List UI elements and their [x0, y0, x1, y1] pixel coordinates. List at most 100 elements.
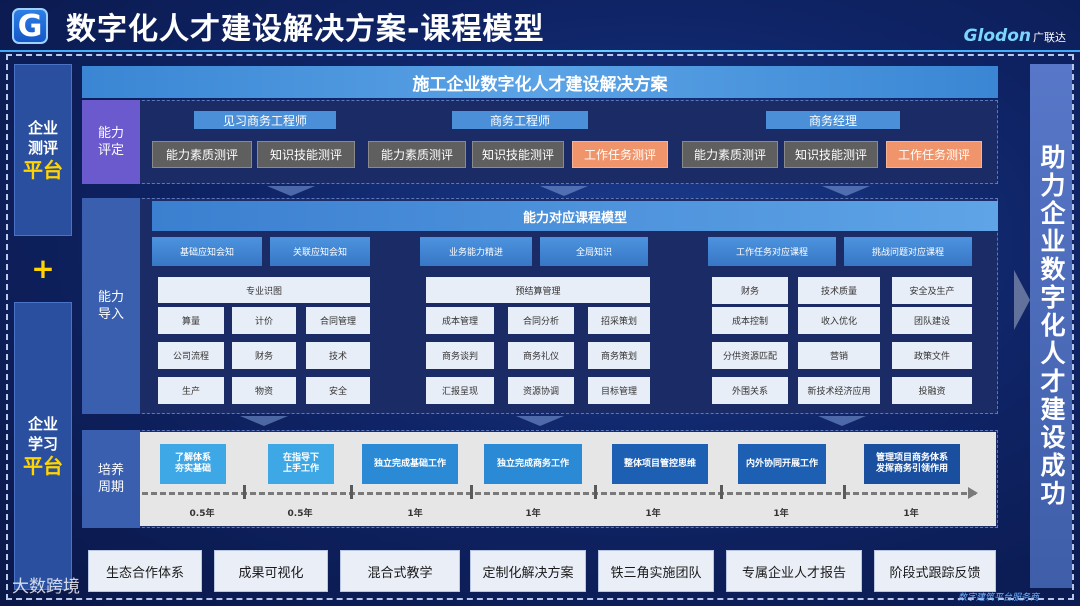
assessment-side-label: 能力 评定 [82, 100, 140, 184]
duration-label: 1年 [645, 508, 661, 519]
watermark: 大数跨境 [12, 577, 80, 597]
course-item: 技术 [306, 342, 370, 369]
course-item: 营销 [798, 342, 880, 369]
feature-card: 专属企业人才报告 [726, 550, 862, 592]
stage-text: 独立完成商务工作 [496, 458, 569, 469]
sub-category: 基础应知会知 [152, 237, 262, 266]
down-arrow-icon [822, 186, 870, 196]
timeline-tick [243, 485, 246, 499]
import-label-line1: 能力 [97, 290, 124, 305]
down-arrow-icon [540, 186, 588, 196]
course-item: 分供资源匹配 [712, 342, 788, 369]
left-bottom-line1: 企业 [27, 415, 58, 433]
sub-category: 业务能力精进 [420, 237, 532, 266]
feature-card: 混合式教学 [340, 550, 460, 592]
assess-button[interactable]: 工作任务测评 [886, 141, 982, 168]
stage-text: 内外协同开展工作 [745, 458, 818, 469]
duration-label: 0.5年 [189, 508, 215, 519]
duration-label: 1年 [903, 508, 919, 519]
page-title: 数字化人才建设解决方案-课程模型 [66, 12, 545, 47]
feature-card: 定制化解决方案 [470, 550, 586, 592]
brand-cn: 广联达 [1033, 31, 1066, 44]
stage-text: 管理项目商务体系 [875, 453, 948, 463]
course-item: 投融资 [892, 377, 972, 404]
course-model-title: 能力对应课程模型 [152, 201, 998, 231]
course-item: 计价 [232, 307, 296, 334]
assess-button[interactable]: 能力素质测评 [368, 141, 466, 168]
course-item: 合同管理 [306, 307, 370, 334]
solution-title-bar: 施工企业数字化人才建设解决方案 [82, 66, 998, 98]
stage-text: 整体项目管控思维 [623, 458, 696, 469]
course-item: 团队建设 [892, 307, 972, 334]
assess-label-line2: 评定 [97, 143, 124, 158]
assess-label-line1: 能力 [97, 126, 124, 141]
timeline-tick [720, 485, 723, 499]
stage-box: 管理项目商务体系 发挥商务引领作用 [864, 444, 960, 484]
feature-card: 生态合作体系 [88, 550, 202, 592]
assess-button[interactable]: 知识技能测评 [784, 141, 878, 168]
watermark-small: 数字建筑平台服务商 [958, 593, 1040, 603]
stage-box: 独立完成基础工作 [362, 444, 458, 484]
stage-text: 发挥商务引领作用 [875, 464, 948, 474]
course-item: 政策文件 [892, 342, 972, 369]
course-item: 商务礼仪 [508, 342, 574, 369]
duration-label: 1年 [773, 508, 789, 519]
course-item: 技术质量 [798, 277, 880, 304]
left-top-line2: 测评 [27, 139, 58, 157]
course-item: 成本管理 [426, 307, 494, 334]
left-top-line1: 企业 [27, 119, 58, 137]
course-item: 合同分析 [508, 307, 574, 334]
course-item: 财务 [712, 277, 788, 304]
down-arrow-icon [818, 416, 866, 426]
duration-label: 0.5年 [287, 508, 313, 519]
timeline-line [142, 492, 976, 495]
down-arrow-icon [516, 416, 564, 426]
stage-text: 夯实基础 [174, 464, 211, 474]
left-top-emphasis: 平台 [23, 158, 63, 182]
stage-box: 了解体系 夯实基础 [160, 444, 226, 484]
course-item: 安全及生产 [892, 277, 972, 304]
feature-card: 阶段式跟踪反馈 [874, 550, 996, 592]
cultivation-side-label: 培养 周期 [82, 430, 140, 528]
course-item: 商务策划 [588, 342, 650, 369]
down-arrow-icon [240, 416, 288, 426]
left-bottom-line2: 学习 [27, 435, 58, 453]
cultivate-label-line1: 培养 [97, 463, 124, 478]
course-item: 新技术经济应用 [798, 377, 880, 404]
stage-box: 独立完成商务工作 [484, 444, 582, 484]
course-item: 成本控制 [712, 307, 788, 334]
timeline-tick [470, 485, 473, 499]
stage-box: 在指导下 上手工作 [268, 444, 334, 484]
plus-icon: + [31, 251, 55, 285]
duration-label: 1年 [525, 508, 541, 519]
assess-button[interactable]: 工作任务测评 [572, 141, 668, 168]
assess-button[interactable]: 知识技能测评 [257, 141, 355, 168]
course-item: 收入优化 [798, 307, 880, 334]
course-item: 外围关系 [712, 377, 788, 404]
course-item: 商务谈判 [426, 342, 494, 369]
stage-box: 内外协同开展工作 [738, 444, 826, 484]
feature-card: 成果可视化 [214, 550, 328, 592]
role-business-manager: 商务经理 [766, 111, 900, 129]
timeline-tick [843, 485, 846, 499]
brand-name: Glodon [963, 26, 1031, 46]
role-intern-engineer: 见习商务工程师 [194, 111, 336, 129]
cultivate-label-line2: 周期 [97, 480, 124, 495]
sub-category: 工作任务对应课程 [708, 237, 836, 266]
stage-text: 在指导下 [282, 453, 319, 463]
timeline-tick [350, 485, 353, 499]
course-item: 资源协调 [508, 377, 574, 404]
feature-card: 铁三角实施团队 [598, 550, 714, 592]
timeline-tick [594, 485, 597, 499]
course-item: 生产 [158, 377, 224, 404]
course-item: 汇报呈现 [426, 377, 494, 404]
assess-button[interactable]: 知识技能测评 [472, 141, 564, 168]
header-divider [0, 50, 1080, 52]
assess-button[interactable]: 能力素质测评 [682, 141, 778, 168]
sub-category: 关联应知会知 [270, 237, 370, 266]
stage-text: 了解体系 [174, 453, 211, 463]
course-item: 公司流程 [158, 342, 224, 369]
assess-button[interactable]: 能力素质测评 [152, 141, 252, 168]
arrow-right-icon [968, 487, 978, 499]
stage-text: 上手工作 [282, 464, 319, 474]
